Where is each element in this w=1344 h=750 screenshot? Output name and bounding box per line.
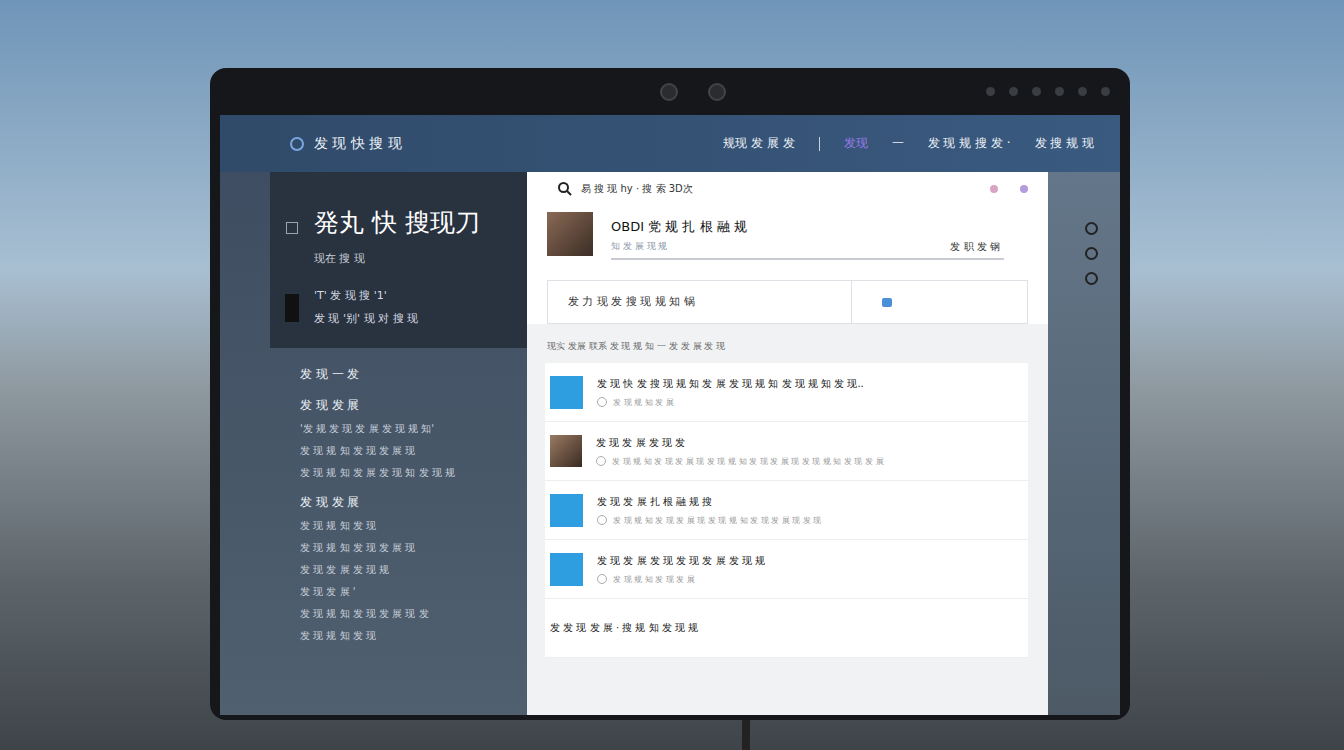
nav-link[interactable]: 发 现 规 搜 发 ·	[928, 135, 1011, 152]
circle-icon[interactable]	[1085, 247, 1098, 260]
avatar-photo	[547, 212, 593, 256]
image-icon[interactable]	[882, 298, 892, 307]
nav-link[interactable]: 规现 发 展 发	[723, 135, 794, 152]
monitor-stand	[742, 720, 750, 750]
nav-links: 规现 发 展 发 发现 一 发 现 规 搜 发 · 发 搜 规 现	[723, 135, 1094, 152]
link-icon	[596, 456, 606, 466]
indicator-icon	[1101, 87, 1110, 96]
monitor-bezel	[220, 68, 1120, 115]
logo[interactable]: 发 现 快 搜 现	[290, 135, 402, 153]
indicator-icon	[1055, 87, 1064, 96]
feed-row[interactable]: 发 现 快 发 搜 现 规 知 发 展 发 现 规 知 发 现 规 知 发 现.…	[545, 363, 1028, 422]
sidebar-subtitle: 现在 搜 现	[314, 251, 480, 266]
indicator-icon	[1009, 87, 1018, 96]
nav-link[interactable]: 发 搜 规 现	[1035, 135, 1094, 152]
link-icon	[597, 574, 607, 584]
row-meta: 发 现 规 知 发 现 发 展 现 发 现 规 知 发 现 发 展 现 发 现	[597, 515, 821, 526]
sidebar: 発丸 快 搜现刀 现在 搜 现 'T' 发 现 搜 '1' 发 现 '别' 现 对…	[220, 172, 527, 715]
sidebar-item[interactable]: 发 现 发 展 发 现 规	[300, 563, 527, 577]
camera-icon	[660, 83, 678, 101]
row-title: 发 发 现 发 展 · 搜 规 知 发 现 规	[550, 621, 698, 635]
sensor-icon	[708, 83, 726, 101]
sidebar-item[interactable]: 发 现 一 发	[300, 366, 527, 383]
profile-field[interactable]: 知 发 展 现 规 发 职 发 钢	[611, 238, 1004, 260]
row-title: 发 现 发 展 扎 根 融 规 搜	[597, 495, 821, 509]
settings-icon[interactable]	[1020, 185, 1028, 193]
feed-heading: 现实 发展 联系 发 现 规 知 一 发 发 展 发 现	[527, 324, 1048, 363]
sidebar-item[interactable]: 发 现 规 知 发 现	[300, 519, 527, 533]
top-nav: 发 现 快 搜 现 规现 发 展 发 发现 一 发 现 规 搜 发 · 发 搜 …	[220, 115, 1120, 172]
profile-action[interactable]: 发 职 发 钢	[950, 240, 1000, 254]
sidebar-item[interactable]: 发 现 规 知 发 展 发 现 知 发 现 规	[300, 466, 527, 480]
desktop-background: 发 现 快 搜 现 规现 发 展 发 发现 一 发 现 规 搜 发 · 发 搜 …	[0, 0, 1344, 750]
row-title: 发 现 发 展 发 现 发	[596, 436, 884, 450]
sidebar-item[interactable]: 发 现 规 知 发 现	[300, 629, 527, 643]
search-placeholder: 易 搜 现 hy · 搜 索 3D次	[581, 182, 693, 196]
logo-icon	[290, 137, 304, 151]
feed-list: 发 现 快 发 搜 现 规 知 发 展 发 现 规 知 发 现 规 知 发 现.…	[545, 363, 1028, 658]
circle-icon[interactable]	[1085, 272, 1098, 285]
feed-row[interactable]: 发 发 现 发 展 · 搜 规 知 发 现 规	[545, 599, 1028, 658]
sidebar-title: 発丸 快 搜现刀	[314, 206, 480, 239]
link-icon	[597, 515, 607, 525]
side-controls	[1048, 172, 1120, 715]
feed-row[interactable]: 发 现 发 展 扎 根 融 规 搜 发 现 规 知 发 现 发 展 现 发 现 …	[545, 481, 1028, 540]
monitor: 发 现 快 搜 现 规现 发 展 发 发现 一 发 现 规 搜 发 · 发 搜 …	[210, 68, 1130, 720]
indicator-icon	[986, 87, 995, 96]
screen: 发 现 快 搜 现 规现 发 展 发 发现 一 发 现 规 搜 发 · 发 搜 …	[220, 115, 1120, 715]
circle-icon[interactable]	[1085, 222, 1098, 235]
thumbnail-icon	[550, 376, 583, 409]
sidebar-line: 发 现 '别' 现 对 搜 现	[314, 311, 480, 326]
sidebar-item[interactable]: 发 现 规 知 发 现 发 展 现	[300, 541, 527, 555]
profile-name: OBDI 党 规 扎 根 融 规	[611, 212, 1004, 236]
indicator-icon	[1032, 87, 1041, 96]
logo-text: 发 现 快 搜 现	[314, 135, 402, 153]
compose-placeholder: 发 力 现 发 搜 现 规 知 锅	[548, 281, 851, 323]
sidebar-line: 'T' 发 现 搜 '1'	[314, 288, 480, 303]
row-meta: 发 现 规 知 发 现 发 展	[597, 574, 765, 585]
menu-icon[interactable]	[286, 222, 298, 234]
sidebar-item[interactable]: 发 现 规 知 发 现 发 展 现 发	[300, 607, 527, 621]
nav-separator	[819, 137, 820, 151]
avatar-photo	[550, 435, 582, 467]
row-title: 发 现 快 发 搜 现 规 知 发 展 发 现 规 知 发 现 规 知 发 现.…	[597, 377, 864, 391]
feed-row[interactable]: 发 现 发 展 发 现 发 发 现 规 知 发 现 发 展 现 发 现 规 知 …	[545, 422, 1028, 481]
device-icon	[285, 294, 299, 322]
compose-box[interactable]: 发 力 现 发 搜 现 规 知 锅	[547, 280, 1028, 324]
row-meta: 发 现 规 知 发 现 发 展 现 发 现 规 知 发 现 发 展 现 发 现 …	[596, 456, 884, 467]
notification-icon[interactable]	[990, 185, 998, 193]
nav-link[interactable]: 一	[892, 135, 904, 152]
profile-subtitle: 知 发 展 现 规	[611, 240, 667, 254]
feed-row[interactable]: 发 现 发 展 发 现 发 现 发 展 发 现 规 发 现 规 知 发 现 发 …	[545, 540, 1028, 599]
sidebar-item[interactable]: 发 现 规 知 发 现 发 展 现	[300, 444, 527, 458]
indicator-icon	[1078, 87, 1087, 96]
sidebar-item[interactable]: 发 现 发 展	[300, 494, 527, 511]
row-meta: 发 现 规 知 发 展	[597, 397, 864, 408]
thumbnail-icon	[550, 553, 583, 586]
nav-link[interactable]: 发现	[844, 135, 868, 152]
sidebar-item[interactable]: 发 现 发 展 '	[300, 585, 527, 599]
thumbnail-icon	[550, 494, 583, 527]
search-icon	[557, 181, 573, 197]
sidebar-header: 発丸 快 搜现刀 现在 搜 现 'T' 发 现 搜 '1' 发 现 '别' 现 对…	[270, 172, 527, 348]
sidebar-item[interactable]: '发 规 发 现 发 展 发 现 规 知'	[300, 422, 527, 436]
search-bar[interactable]: 易 搜 现 hy · 搜 索 3D次	[547, 178, 1028, 200]
row-title: 发 现 发 展 发 现 发 现 发 展 发 现 规	[597, 554, 765, 568]
link-icon	[597, 397, 607, 407]
sidebar-item[interactable]: 发 现 发 展	[300, 397, 527, 414]
content-panel: 易 搜 现 hy · 搜 索 3D次 OBDI 党 规 扎 根 融 规 知 发 …	[527, 172, 1048, 715]
profile-card: OBDI 党 规 扎 根 融 规 知 发 展 现 规 发 职 发 钢	[547, 200, 1028, 280]
